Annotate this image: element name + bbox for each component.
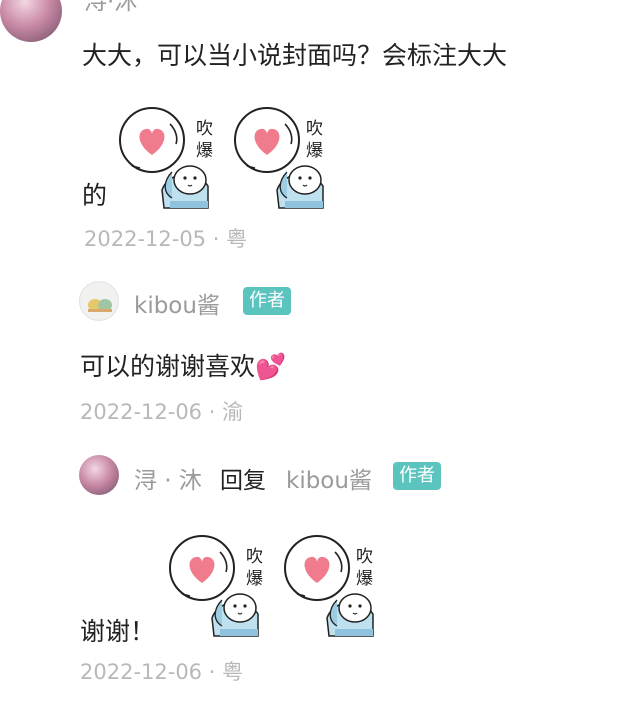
comment-location: 粤 (226, 227, 248, 251)
sticker-label: 吹爆 (196, 119, 213, 161)
comment-location: 渝 (222, 400, 244, 424)
reply-target[interactable]: kibou酱 (286, 461, 372, 495)
avatar[interactable] (79, 281, 119, 321)
comment-text: 谢谢！ (80, 617, 156, 646)
comment-text-body: 可以的谢谢喜欢 (80, 352, 256, 381)
sticker-row (112, 102, 337, 216)
comment-meta: 2022-12-06 · 渝 (80, 396, 243, 426)
sticker-label: 吹爆 (356, 547, 373, 589)
avatar[interactable] (79, 455, 119, 495)
author-badge: 作者 (243, 287, 291, 315)
comment-text: 大大，可以当小说封面吗？会标注大大 (82, 41, 508, 70)
comment-meta: 2022-12-06 · 粤 (80, 656, 243, 686)
comment-author[interactable]: kibou酱 (134, 286, 220, 320)
meta-separator: · (208, 400, 223, 424)
meta-separator: · (212, 227, 227, 251)
comment-text: 可以的谢谢喜欢💕 (80, 347, 286, 383)
comment-date: 2022-12-05 (84, 227, 207, 251)
comment-author[interactable]: 浔·沐 (84, 0, 137, 16)
comment-author[interactable]: 浔 · 沐 (134, 461, 202, 495)
avatar[interactable] (0, 0, 62, 42)
sticker-label: 吹爆 (246, 547, 263, 589)
comment-location: 粤 (222, 660, 244, 684)
reply-word: 回复 (220, 468, 266, 494)
two-hearts-icon: 💕 (255, 352, 287, 381)
comment-date: 2022-12-06 (80, 400, 203, 424)
sticker-label: 吹爆 (306, 119, 323, 161)
comment-meta: 2022-12-05 · 粤 (84, 223, 247, 253)
sticker-row (162, 530, 387, 644)
comment-text: 的 (82, 181, 108, 210)
comment-date: 2022-12-06 (80, 660, 203, 684)
avatar-illustration-icon (88, 299, 112, 312)
meta-separator: · (208, 660, 223, 684)
author-badge: 作者 (393, 462, 441, 490)
